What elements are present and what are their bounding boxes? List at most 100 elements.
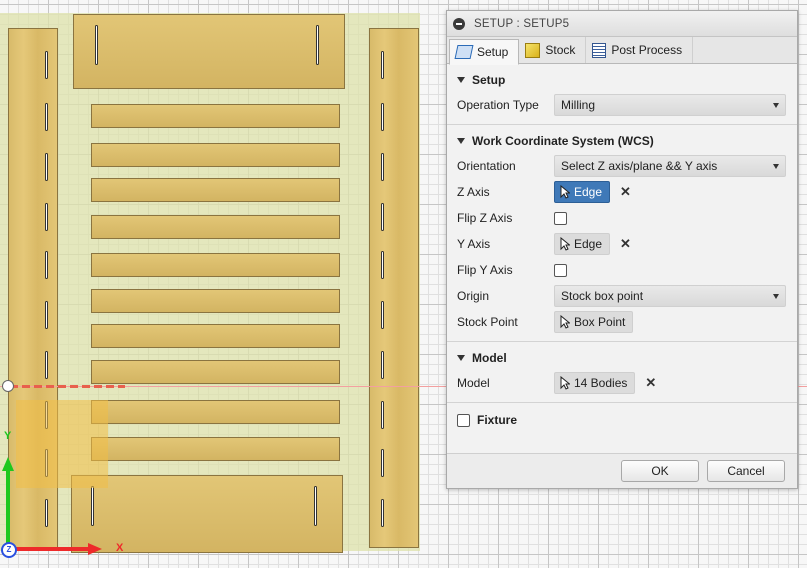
row-y-axis: Y Axis Edge ✕ <box>447 231 797 257</box>
section-model: Model Model 14 Bodies ✕ <box>447 342 797 403</box>
orientation-dropdown[interactable]: Select Z axis/plane && Y axis <box>554 155 786 177</box>
slot <box>381 51 384 79</box>
y-axis-arrowhead <box>2 457 14 471</box>
cursor-arrow-icon <box>560 237 570 251</box>
slot <box>381 449 384 477</box>
slot <box>45 301 48 329</box>
chevron-down-icon <box>773 163 779 169</box>
x-axis-label: X <box>116 542 124 554</box>
flip-y-checkbox[interactable] <box>554 263 567 277</box>
flip-z-checkbox[interactable] <box>554 211 567 225</box>
slat[interactable] <box>91 253 340 277</box>
z-axis-selection-button[interactable]: Edge <box>554 181 611 203</box>
z-axis-label: Z Axis <box>457 185 490 199</box>
chevron-down-icon <box>773 102 779 108</box>
slot <box>316 25 319 65</box>
dialog-title: SETUP : SETUP5 <box>474 17 570 30</box>
selection-value: Edge <box>574 185 603 199</box>
section-header-setup[interactable]: Setup <box>447 68 797 92</box>
y-axis-label: Y <box>4 430 12 442</box>
slot <box>314 486 317 526</box>
ok-button[interactable]: OK <box>621 460 699 482</box>
slat[interactable] <box>91 437 340 461</box>
slat[interactable] <box>91 400 340 424</box>
orientation-label: Orientation <box>457 159 516 173</box>
tab-bar: Setup Stock Post Process <box>447 37 797 65</box>
slat[interactable] <box>91 178 340 202</box>
slot <box>45 351 48 379</box>
section-header-wcs[interactable]: Work Coordinate System (WCS) <box>447 129 797 153</box>
fixture-toggle[interactable]: Fixture <box>447 407 797 433</box>
slot <box>45 51 48 79</box>
slot <box>381 203 384 231</box>
dialog-body: Setup Operation Type Milling Work Coordi… <box>447 64 797 464</box>
stock-point-selection-button[interactable]: Box Point <box>554 311 634 333</box>
cursor-arrow-icon <box>560 315 570 329</box>
slot <box>45 499 48 527</box>
model-label: Model <box>457 376 490 390</box>
section-title: Model <box>472 351 507 365</box>
board-right[interactable] <box>369 28 419 548</box>
origin-marker[interactable] <box>2 380 14 392</box>
clear-selection-icon[interactable]: ✕ <box>645 375 656 391</box>
fixture-checkbox[interactable] <box>457 413 470 427</box>
operation-type-label: Operation Type <box>457 98 539 112</box>
slot <box>45 103 48 131</box>
y-axis-selection-button[interactable]: Edge <box>554 233 611 255</box>
x-axis-arrowhead <box>88 543 102 555</box>
board-top[interactable] <box>73 14 345 89</box>
flip-z-label: Flip Z Axis <box>457 211 513 225</box>
slat[interactable] <box>91 143 340 167</box>
selection-value: Edge <box>574 237 603 251</box>
origin-dropdown[interactable]: Stock box point <box>554 285 786 307</box>
origin-label: Origin <box>457 289 490 303</box>
operation-type-dropdown[interactable]: Milling <box>554 94 786 116</box>
slat[interactable] <box>91 104 340 128</box>
z-axis-icon: Z <box>1 542 17 558</box>
post-process-icon <box>592 42 607 58</box>
row-flip-y: Flip Y Axis <box>447 257 797 283</box>
y-axis-arrow <box>6 470 10 545</box>
slot <box>381 103 384 131</box>
cancel-button[interactable]: Cancel <box>707 460 785 482</box>
model-selection-button[interactable]: 14 Bodies <box>554 372 636 394</box>
section-wcs: Work Coordinate System (WCS) Orientation… <box>447 125 797 342</box>
tab-stock[interactable]: Stock <box>519 37 587 63</box>
collapse-triangle-icon <box>457 355 465 361</box>
flip-y-label: Flip Y Axis <box>457 263 513 277</box>
section-header-model[interactable]: Model <box>447 346 797 370</box>
tab-post-process[interactable]: Post Process <box>586 37 694 63</box>
slat[interactable] <box>91 360 340 384</box>
stock-point-label: Stock Point <box>457 315 518 329</box>
dialog-footer: OK Cancel <box>447 453 797 488</box>
slat[interactable] <box>91 289 340 313</box>
tab-label: Post Process <box>611 43 683 57</box>
section-title: Setup <box>472 73 506 87</box>
tab-setup[interactable]: Setup <box>449 39 520 65</box>
board-bottom[interactable] <box>71 475 343 553</box>
slot <box>381 401 384 429</box>
row-flip-z: Flip Z Axis <box>447 205 797 231</box>
collapse-icon[interactable] <box>453 17 465 30</box>
tab-label: Setup <box>477 45 509 59</box>
slat[interactable] <box>91 324 340 348</box>
row-origin: Origin Stock box point <box>447 283 797 309</box>
stock-icon <box>525 42 541 58</box>
clear-selection-icon[interactable]: ✕ <box>620 184 631 200</box>
clear-selection-icon[interactable]: ✕ <box>620 236 631 252</box>
selection-value: Box Point <box>574 315 626 329</box>
dropdown-value: Milling <box>561 98 596 112</box>
slot <box>91 486 94 526</box>
selection-value: 14 Bodies <box>574 376 628 390</box>
chevron-down-icon <box>773 293 779 299</box>
collapse-triangle-icon <box>457 138 465 144</box>
slot <box>45 203 48 231</box>
x-axis-arrow <box>12 547 92 551</box>
slat[interactable] <box>91 215 340 239</box>
slot <box>95 25 98 65</box>
selected-edge <box>10 385 125 388</box>
slot <box>45 153 48 181</box>
dropdown-value: Stock box point <box>561 289 644 303</box>
dialog-titlebar[interactable]: SETUP : SETUP5 <box>447 11 797 37</box>
slot <box>381 251 384 279</box>
